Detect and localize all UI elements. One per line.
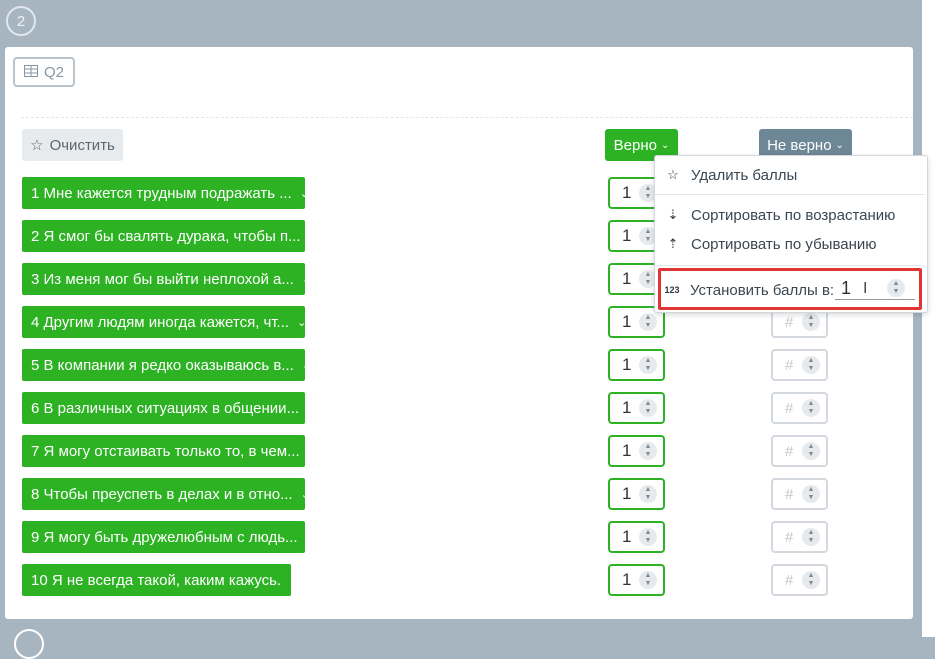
stepper-icon[interactable]: ▲ ▼: [802, 528, 820, 546]
chevron-down-icon: ⌄: [297, 316, 307, 329]
true-score-input[interactable]: 1 ▲ ▼: [608, 478, 665, 510]
stepper-icon[interactable]: ▲ ▼: [802, 356, 820, 374]
false-score-placeholder: #: [785, 399, 794, 417]
false-score-placeholder: #: [785, 442, 794, 460]
next-step-badge: [14, 629, 44, 659]
question-label: 2 Я смог бы свалять дурака, чтобы п...: [31, 227, 301, 245]
menu-item-label: Удалить баллы: [691, 166, 798, 184]
chevron-down-icon: ⌄: [307, 445, 317, 458]
question-label: 1 Мне кажется трудным подражать ...: [31, 184, 292, 202]
question-label: 5 В компании я редко оказываюсь в...: [31, 356, 294, 374]
divider: [21, 117, 913, 118]
question-label: 4 Другим людям иногда кажется, чт...: [31, 313, 290, 331]
chevron-down-icon: ⌄: [301, 359, 312, 372]
false-score-placeholder: #: [785, 571, 794, 589]
stepper-icon[interactable]: ▲ ▼: [639, 356, 657, 374]
false-score-placeholder: #: [785, 485, 794, 503]
question-label: 10 Я не всегда такой, каким кажусь.: [31, 571, 282, 589]
question-label: 6 В различных ситуациях в общении...: [31, 399, 300, 417]
chevron-down-icon: ⌄: [308, 230, 318, 243]
clear-button[interactable]: ☆ Очистить: [22, 129, 123, 161]
stepper-icon[interactable]: ▲ ▼: [802, 442, 820, 460]
true-score-value: 1: [622, 269, 632, 288]
menu-divider: [655, 194, 925, 195]
sort-descending-icon: ⇡: [667, 236, 679, 251]
true-score-value: 1: [622, 312, 632, 331]
question-button[interactable]: 2 Я смог бы свалять дурака, чтобы п... ⌄: [22, 220, 318, 252]
true-score-input[interactable]: 1 ▲ ▼: [608, 392, 665, 424]
question-button[interactable]: 10 Я не всегда такой, каким кажусь. ⌄: [22, 564, 298, 596]
true-score-input[interactable]: 1 ▲ ▼: [608, 564, 665, 596]
false-score-input[interactable]: # ▲ ▼: [771, 435, 828, 467]
chevron-down-icon: ⌄: [301, 273, 312, 286]
true-score-value: 1: [622, 441, 632, 460]
question-button[interactable]: 1 Мне кажется трудным подражать ... ⌄: [22, 177, 309, 209]
true-score-input[interactable]: 1 ▲ ▼: [608, 435, 665, 467]
stepper-icon[interactable]: ▲ ▼: [639, 528, 657, 546]
false-column-label: Не верно: [767, 136, 832, 154]
chevron-down-icon: ⌄: [305, 531, 315, 544]
chevron-down-icon: ⌄: [289, 574, 299, 587]
star-remove-icon: ☆: [667, 167, 679, 182]
stepper-icon[interactable]: ▲ ▼: [802, 571, 820, 589]
menu-item-sort-ascending[interactable]: ⇣ Сортировать по возрастанию: [655, 203, 925, 227]
clear-button-label: Очистить: [49, 136, 115, 154]
true-column-label: Верно: [613, 136, 657, 154]
true-score-value: 1: [622, 183, 632, 202]
true-score-input[interactable]: 1 ▲ ▼: [608, 521, 665, 553]
star-icon: ☆: [30, 137, 44, 154]
question-label: 3 Из меня мог бы выйти неплохой а...: [31, 270, 294, 288]
sort-ascending-icon: ⇣: [667, 207, 679, 222]
false-score-input[interactable]: # ▲ ▼: [771, 521, 828, 553]
true-score-value: 1: [622, 355, 632, 374]
chevron-down-icon: ⌄: [299, 187, 309, 200]
true-score-value: 1: [622, 527, 632, 546]
true-score-input[interactable]: 1 ▲ ▼: [608, 349, 665, 381]
stepper-icon[interactable]: ▲ ▼: [802, 485, 820, 503]
false-score-placeholder: #: [785, 356, 794, 374]
true-score-value: 1: [622, 484, 632, 503]
false-score-placeholder: #: [785, 528, 794, 546]
question-button[interactable]: 9 Я могу быть дружелюбным с людь... ⌄: [22, 521, 315, 553]
true-score-value: 1: [622, 226, 632, 245]
stepper-icon[interactable]: ▲ ▼: [802, 313, 820, 331]
stepper-icon[interactable]: ▲ ▼: [639, 399, 657, 417]
menu-item-delete-scores[interactable]: ☆ Удалить баллы: [655, 163, 925, 187]
question-tag[interactable]: Q2: [13, 57, 75, 87]
false-score-input[interactable]: # ▲ ▼: [771, 349, 828, 381]
step-badge: 2: [6, 6, 36, 36]
stepper-icon[interactable]: ▲ ▼: [639, 485, 657, 503]
false-score-input[interactable]: # ▲ ▼: [771, 564, 828, 596]
true-score-value: 1: [622, 570, 632, 589]
chevron-down-icon: ⌄: [835, 139, 844, 151]
menu-item-label: Сортировать по возрастанию: [691, 206, 896, 224]
question-button[interactable]: 3 Из меня мог бы выйти неплохой а... ⌄: [22, 263, 311, 295]
menu-divider: [655, 265, 925, 266]
stepper-icon[interactable]: ▲ ▼: [802, 399, 820, 417]
question-button[interactable]: 6 В различных ситуациях в общении... ⌄: [22, 392, 316, 424]
question-button[interactable]: 5 В компании я редко оказываюсь в... ⌄: [22, 349, 311, 381]
question-button[interactable]: 8 Чтобы преуспеть в делах и в отно... ⌄: [22, 478, 310, 510]
chevron-down-icon: ⌄: [300, 488, 310, 501]
stepper-icon[interactable]: ▲ ▼: [639, 442, 657, 460]
menu-item-label: Сортировать по убыванию: [691, 235, 877, 253]
chevron-down-icon: ⌄: [660, 139, 670, 151]
question-tag-label: Q2: [43, 63, 64, 81]
false-score-placeholder: #: [785, 313, 794, 331]
stepper-icon[interactable]: ▲ ▼: [639, 313, 657, 331]
question-button[interactable]: 7 Я могу отстаивать только то, в чем... ⌄: [22, 435, 317, 467]
false-score-input[interactable]: # ▲ ▼: [771, 478, 828, 510]
stepper-icon[interactable]: ▲ ▼: [639, 571, 657, 589]
question-label: 8 Чтобы преуспеть в делах и в отно...: [31, 485, 293, 503]
question-label: 7 Я могу отстаивать только то, в чем...: [31, 442, 300, 460]
highlight-frame: [658, 268, 922, 310]
false-score-input[interactable]: # ▲ ▼: [771, 392, 828, 424]
window-edge: [922, 0, 935, 637]
question-label: 9 Я могу быть дружелюбным с людь...: [31, 528, 298, 546]
table-icon: [23, 64, 38, 81]
question-button[interactable]: 4 Другим людям иногда кажется, чт... ⌄: [22, 306, 307, 338]
menu-item-sort-descending[interactable]: ⇡ Сортировать по убыванию: [655, 232, 925, 256]
chevron-down-icon: ⌄: [307, 402, 317, 415]
true-score-value: 1: [622, 398, 632, 417]
